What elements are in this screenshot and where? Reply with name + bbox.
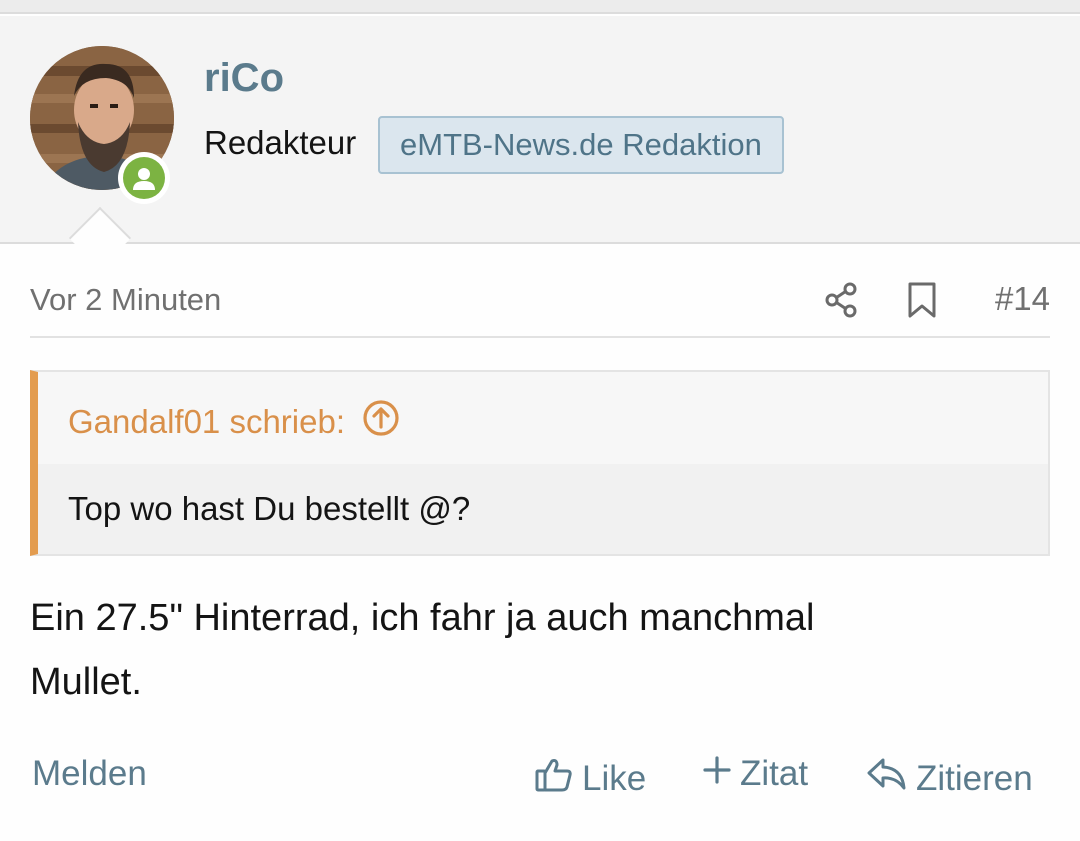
post-body-line: Ein 27.5" Hinterrad, ich fahr ja auch ma… bbox=[30, 597, 815, 639]
add-quote-button[interactable]: Zitat bbox=[702, 754, 808, 794]
report-label: Melden bbox=[32, 754, 147, 793]
post-date[interactable]: Vor 2 Minuten bbox=[30, 282, 221, 318]
post-body-line: Mullet. bbox=[30, 661, 142, 703]
bookmark-icon[interactable] bbox=[902, 280, 942, 325]
arrow-up-circle-icon[interactable] bbox=[361, 398, 401, 446]
thumbs-up-icon bbox=[534, 754, 574, 803]
plus-icon bbox=[702, 754, 732, 794]
reply-button[interactable]: Zitieren bbox=[866, 754, 1033, 803]
like-button[interactable]: Like bbox=[534, 754, 646, 803]
user-banner: eMTB-News.de Redaktion bbox=[378, 116, 784, 174]
reply-icon bbox=[866, 754, 908, 803]
reply-label: Zitieren bbox=[916, 758, 1033, 798]
quote-author[interactable]: Gandalf01 schrieb: bbox=[68, 403, 345, 441]
add-quote-label: Zitat bbox=[740, 754, 809, 793]
quote-text: Top wo hast Du bestellt @? bbox=[38, 464, 1048, 554]
online-status-badge bbox=[118, 152, 170, 204]
username[interactable]: riCo bbox=[204, 56, 284, 101]
user-title: Redakteur bbox=[204, 124, 357, 161]
share-icon[interactable] bbox=[822, 280, 862, 325]
post-number[interactable]: #14 bbox=[995, 280, 1050, 318]
post-meta-row: Vor 2 Minuten #14 bbox=[30, 268, 1050, 338]
user-online-icon bbox=[123, 157, 165, 199]
like-label: Like bbox=[582, 758, 647, 798]
quote-block: Gandalf01 schrieb: Top wo hast Du bestel… bbox=[30, 370, 1050, 556]
post-body: Ein 27.5" Hinterrad, ich fahr ja auch ma… bbox=[30, 586, 1030, 714]
quote-header[interactable]: Gandalf01 schrieb: bbox=[68, 398, 401, 446]
top-divider bbox=[0, 0, 1080, 14]
report-link[interactable]: Melden bbox=[32, 754, 147, 794]
